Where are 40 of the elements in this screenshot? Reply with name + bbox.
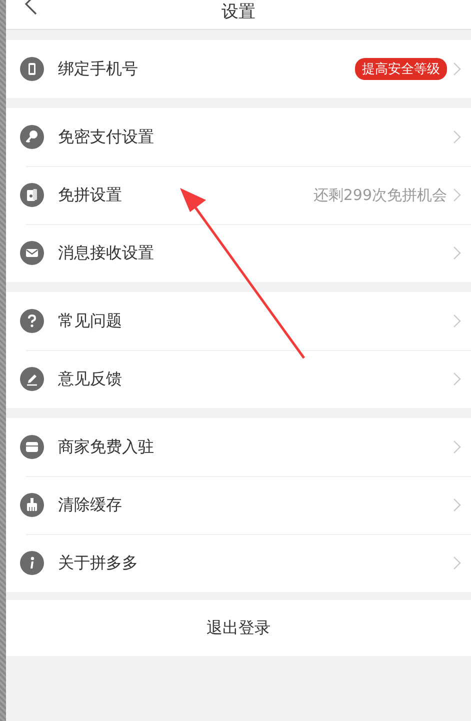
settings-row[interactable]: 关于拼多多 xyxy=(6,534,471,592)
chevron-icon xyxy=(453,130,461,144)
settings-row[interactable]: 免密支付设置 xyxy=(6,108,471,166)
settings-row[interactable]: 绑定手机号 提高安全等级 xyxy=(6,40,471,98)
key-icon xyxy=(20,125,44,149)
phone-icon xyxy=(20,57,44,81)
chevron-icon xyxy=(453,498,461,512)
chevron-icon xyxy=(453,314,461,328)
pencil-icon xyxy=(20,367,44,391)
mail-icon xyxy=(20,241,44,265)
chevron-icon xyxy=(453,246,461,260)
row-hint: 还剩299次免拼机会 xyxy=(313,186,447,204)
settings-row[interactable]: 免拼设置 还剩299次免拼机会 xyxy=(6,166,471,224)
row-label: 免拼设置 xyxy=(58,184,123,206)
chevron-icon xyxy=(453,62,461,76)
logout-button[interactable]: 退出登录 xyxy=(6,600,471,656)
info-icon xyxy=(20,551,44,575)
broom-icon xyxy=(20,493,44,517)
settings-row[interactable]: 意见反馈 xyxy=(6,350,471,408)
page-title: 设置 xyxy=(222,2,256,22)
chevron-icon xyxy=(453,372,461,386)
row-label: 意见反馈 xyxy=(58,368,123,390)
row-label: 绑定手机号 xyxy=(58,58,139,80)
chevron-icon xyxy=(453,440,461,454)
settings-row[interactable]: 清除缓存 xyxy=(6,476,471,534)
store-icon xyxy=(20,435,44,459)
row-label: 消息接收设置 xyxy=(58,242,155,264)
row-label: 商家免费入驻 xyxy=(58,436,155,458)
settings-row[interactable]: 商家免费入驻 xyxy=(6,418,471,476)
chevron-icon xyxy=(453,556,461,570)
row-label: 清除缓存 xyxy=(58,494,123,516)
security-badge: 提高安全等级 xyxy=(355,58,447,80)
question-icon xyxy=(20,309,44,333)
chevron-icon xyxy=(453,188,461,202)
row-label: 常见问题 xyxy=(58,310,123,332)
settings-row[interactable]: 消息接收设置 xyxy=(6,224,471,282)
card-icon xyxy=(20,183,44,207)
row-label: 免密支付设置 xyxy=(58,126,155,148)
row-label: 关于拼多多 xyxy=(58,552,139,574)
settings-row[interactable]: 常见问题 xyxy=(6,292,471,350)
